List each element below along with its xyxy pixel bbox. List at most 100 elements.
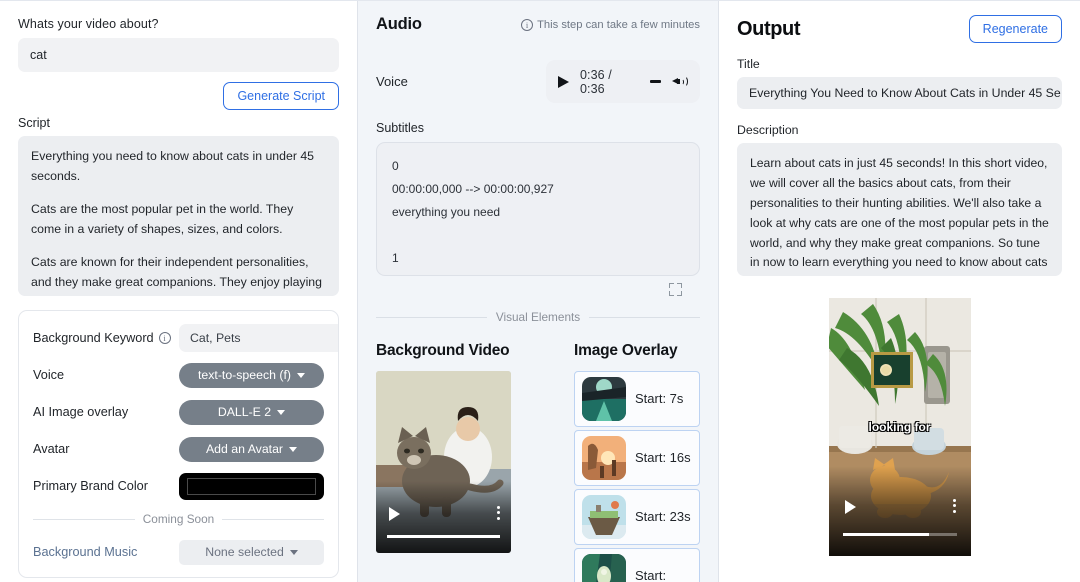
setting-row-avatar: Avatar Add an Avatar: [33, 435, 324, 463]
overlay-start-label: Start:: [635, 567, 667, 582]
voice-player-label: Voice: [376, 74, 408, 89]
subtitle-line: [392, 224, 684, 247]
play-icon[interactable]: [844, 500, 856, 514]
audio-title: Audio: [376, 15, 422, 33]
background-video-column: Background Video: [376, 342, 554, 582]
info-icon: i: [521, 18, 534, 31]
audio-header: Audio i This step can take a few minutes: [376, 15, 700, 34]
avatar-label: Avatar: [33, 442, 70, 456]
output-panel: Output Regenerate Title Everything You N…: [719, 1, 1080, 582]
chevron-down-icon: [296, 372, 305, 378]
setting-row-voice: Voice text-to-speech (f): [33, 361, 324, 389]
play-icon[interactable]: [389, 507, 400, 521]
ai-image-overlay-select[interactable]: DALL-E 2: [179, 399, 324, 425]
app-root: Whats your video about? Generate Script …: [0, 0, 1080, 582]
overlay-thumbnail: [582, 554, 626, 582]
coming-soon-divider: Coming Soon: [33, 512, 324, 526]
expand-row: [376, 283, 700, 296]
chevron-down-icon: [289, 446, 298, 452]
more-options-icon[interactable]: [952, 498, 956, 516]
list-item[interactable]: Start: 7s: [574, 371, 700, 427]
setting-row-ai-image-overlay: AI Image overlay DALL-E 2: [33, 398, 324, 426]
avatar-select-value: Add an Avatar: [205, 442, 284, 456]
audio-player[interactable]: 0:36 / 0:36: [546, 60, 700, 103]
overlay-start-label: Start: 16s: [635, 449, 691, 465]
output-video-preview[interactable]: looking for: [828, 298, 971, 556]
list-item[interactable]: Start: 16s: [574, 430, 700, 486]
generate-button-row: Generate Script: [18, 82, 339, 110]
background-keyword-label-text: Background Keyword: [33, 331, 154, 345]
visual-elements-divider: Visual Elements: [376, 310, 700, 324]
more-options-icon[interactable]: [497, 505, 500, 523]
audio-time-display: 0:36 / 0:36: [580, 67, 612, 96]
chevron-down-icon: [277, 409, 286, 415]
image-overlay-column: Image Overlay Start: 7s Start: 16s Start…: [574, 342, 700, 582]
ai-image-overlay-label: AI Image overlay: [33, 405, 129, 419]
page-title: Output: [737, 17, 801, 40]
background-video-title: Background Video: [376, 342, 510, 359]
list-item[interactable]: Start:: [574, 548, 700, 582]
settings-card: Background Keyword i Voice text-to-speec…: [18, 310, 339, 578]
preview-caption: looking for: [868, 420, 931, 434]
background-music-label: Background Music: [33, 545, 138, 559]
color-swatch-inner: [187, 477, 316, 495]
visual-elements-label: Visual Elements: [495, 310, 581, 324]
output-header: Output Regenerate: [737, 15, 1062, 43]
list-item[interactable]: Start: 23s: [574, 489, 700, 545]
setting-row-background-keyword: Background Keyword i: [33, 324, 338, 352]
overlay-image: [582, 377, 626, 421]
play-icon[interactable]: [558, 75, 569, 88]
setting-row-primary-brand-color: Primary Brand Color: [33, 472, 324, 500]
background-video-thumbnail[interactable]: [376, 371, 511, 553]
subtitle-line: 00:00:00,927 --> 00:00:01,215: [392, 270, 684, 275]
voice-select-value: text-to-speech (f): [198, 368, 291, 382]
visual-elements-columns: Background Video Image Overlay Start: 7s…: [376, 342, 700, 582]
subtitles-label: Subtitles: [376, 121, 424, 135]
subtitle-line: 0: [392, 159, 399, 173]
prompt-input[interactable]: [18, 38, 339, 72]
description-value[interactable]: Learn about cats in just 45 seconds! In …: [737, 143, 1062, 276]
info-icon[interactable]: i: [158, 332, 171, 344]
subtitle-line: everything you need: [392, 205, 501, 220]
primary-brand-color-label: Primary Brand Color: [33, 479, 148, 493]
ai-image-overlay-value: DALL-E 2: [217, 405, 272, 419]
overlay-thumbnail: [582, 495, 626, 539]
subtitle-line: 00:00:00,000 --> 00:00:00,927: [392, 182, 554, 197]
input-panel: Whats your video about? Generate Script …: [0, 1, 358, 582]
overlay-start-label: Start: 23s: [635, 508, 691, 524]
overlay-start-label: Start: 7s: [635, 390, 684, 406]
primary-brand-color-swatch[interactable]: [179, 472, 324, 500]
voice-select[interactable]: text-to-speech (f): [179, 362, 324, 388]
video-progress-bar[interactable]: [387, 535, 500, 538]
volume-icon[interactable]: [672, 75, 689, 89]
prompt-label: Whats your video about?: [18, 17, 159, 31]
overlay-image: [582, 495, 626, 539]
voice-player-row: Voice 0:36 / 0:36: [376, 60, 700, 103]
preview-progress-bar[interactable]: [842, 533, 957, 536]
title-label: Title: [737, 57, 760, 71]
preview-controls-overlay: [828, 466, 971, 556]
expand-icon[interactable]: [669, 283, 682, 296]
audio-hint-text: This step can take a few minutes: [537, 18, 700, 31]
background-keyword-input[interactable]: [179, 324, 338, 352]
preview-wrapper: looking for: [737, 298, 1062, 556]
description-label: Description: [737, 123, 799, 137]
script-textarea[interactable]: Everything you need to know about cats i…: [18, 136, 339, 296]
chevron-down-icon: [289, 549, 298, 555]
generate-script-button[interactable]: Generate Script: [223, 82, 339, 110]
avatar-select[interactable]: Add an Avatar: [179, 436, 324, 462]
script-paragraph: Cats are known for their independent per…: [31, 254, 322, 296]
regenerate-button[interactable]: Regenerate: [968, 15, 1062, 43]
more-options-icon[interactable]: [650, 79, 662, 84]
overlay-thumbnail: [582, 436, 626, 480]
audio-hint: i This step can take a few minutes: [521, 18, 700, 31]
title-value[interactable]: Everything You Need to Know About Cats i…: [737, 77, 1062, 109]
script-paragraph: Cats are the most popular pet in the wor…: [31, 201, 294, 236]
setting-row-background-music: Background Music None selected: [33, 538, 324, 566]
video-controls-overlay: [376, 481, 511, 553]
overlay-image: [582, 554, 626, 582]
voice-label: Voice: [33, 368, 65, 382]
background-music-select[interactable]: None selected: [179, 539, 324, 565]
subtitles-textarea[interactable]: 0 00:00:00,000 --> 00:00:00,927 everythi…: [376, 142, 700, 276]
script-paragraph: Everything you need to know about cats i…: [31, 149, 315, 183]
